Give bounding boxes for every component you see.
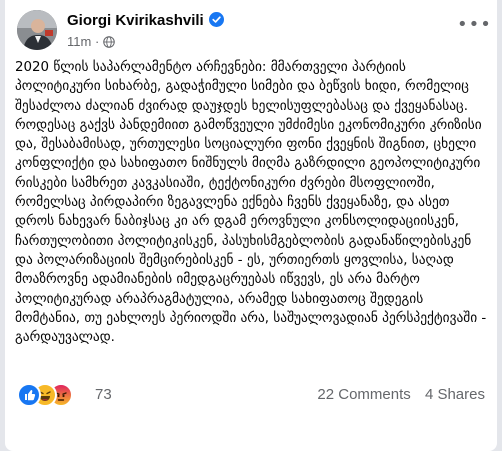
globe-icon[interactable] <box>103 35 115 48</box>
author-name[interactable]: Giorgi Kvirikashvili <box>67 12 224 29</box>
shares-count-link[interactable]: 4 Shares <box>425 386 485 403</box>
more-options-icon[interactable]: ••• <box>457 16 491 40</box>
post-text: 2020 წლის საპარლამენტო არჩევნები: მმართვ… <box>15 60 487 346</box>
avatar[interactable] <box>17 10 57 50</box>
post-header: Giorgi Kvirikashvili 11m · ••• <box>17 10 491 52</box>
author-name-text[interactable]: Giorgi Kvirikashvili <box>67 12 204 29</box>
reaction-count[interactable]: 73 <box>95 386 112 403</box>
engagement-stats: 22 Comments 4 Shares <box>317 386 485 403</box>
avatar-photo <box>17 10 57 50</box>
verified-badge-icon <box>208 12 224 27</box>
post-card: Giorgi Kvirikashvili 11m · ••• 2020 წლის… <box>5 0 497 451</box>
post-footer: 73 22 Comments 4 Shares <box>17 383 485 407</box>
post-timestamp[interactable]: 11m <box>67 34 91 49</box>
post-meta: 11m · <box>67 33 115 49</box>
comments-count-link[interactable]: 22 Comments <box>317 386 410 403</box>
like-reaction-icon <box>17 383 41 407</box>
